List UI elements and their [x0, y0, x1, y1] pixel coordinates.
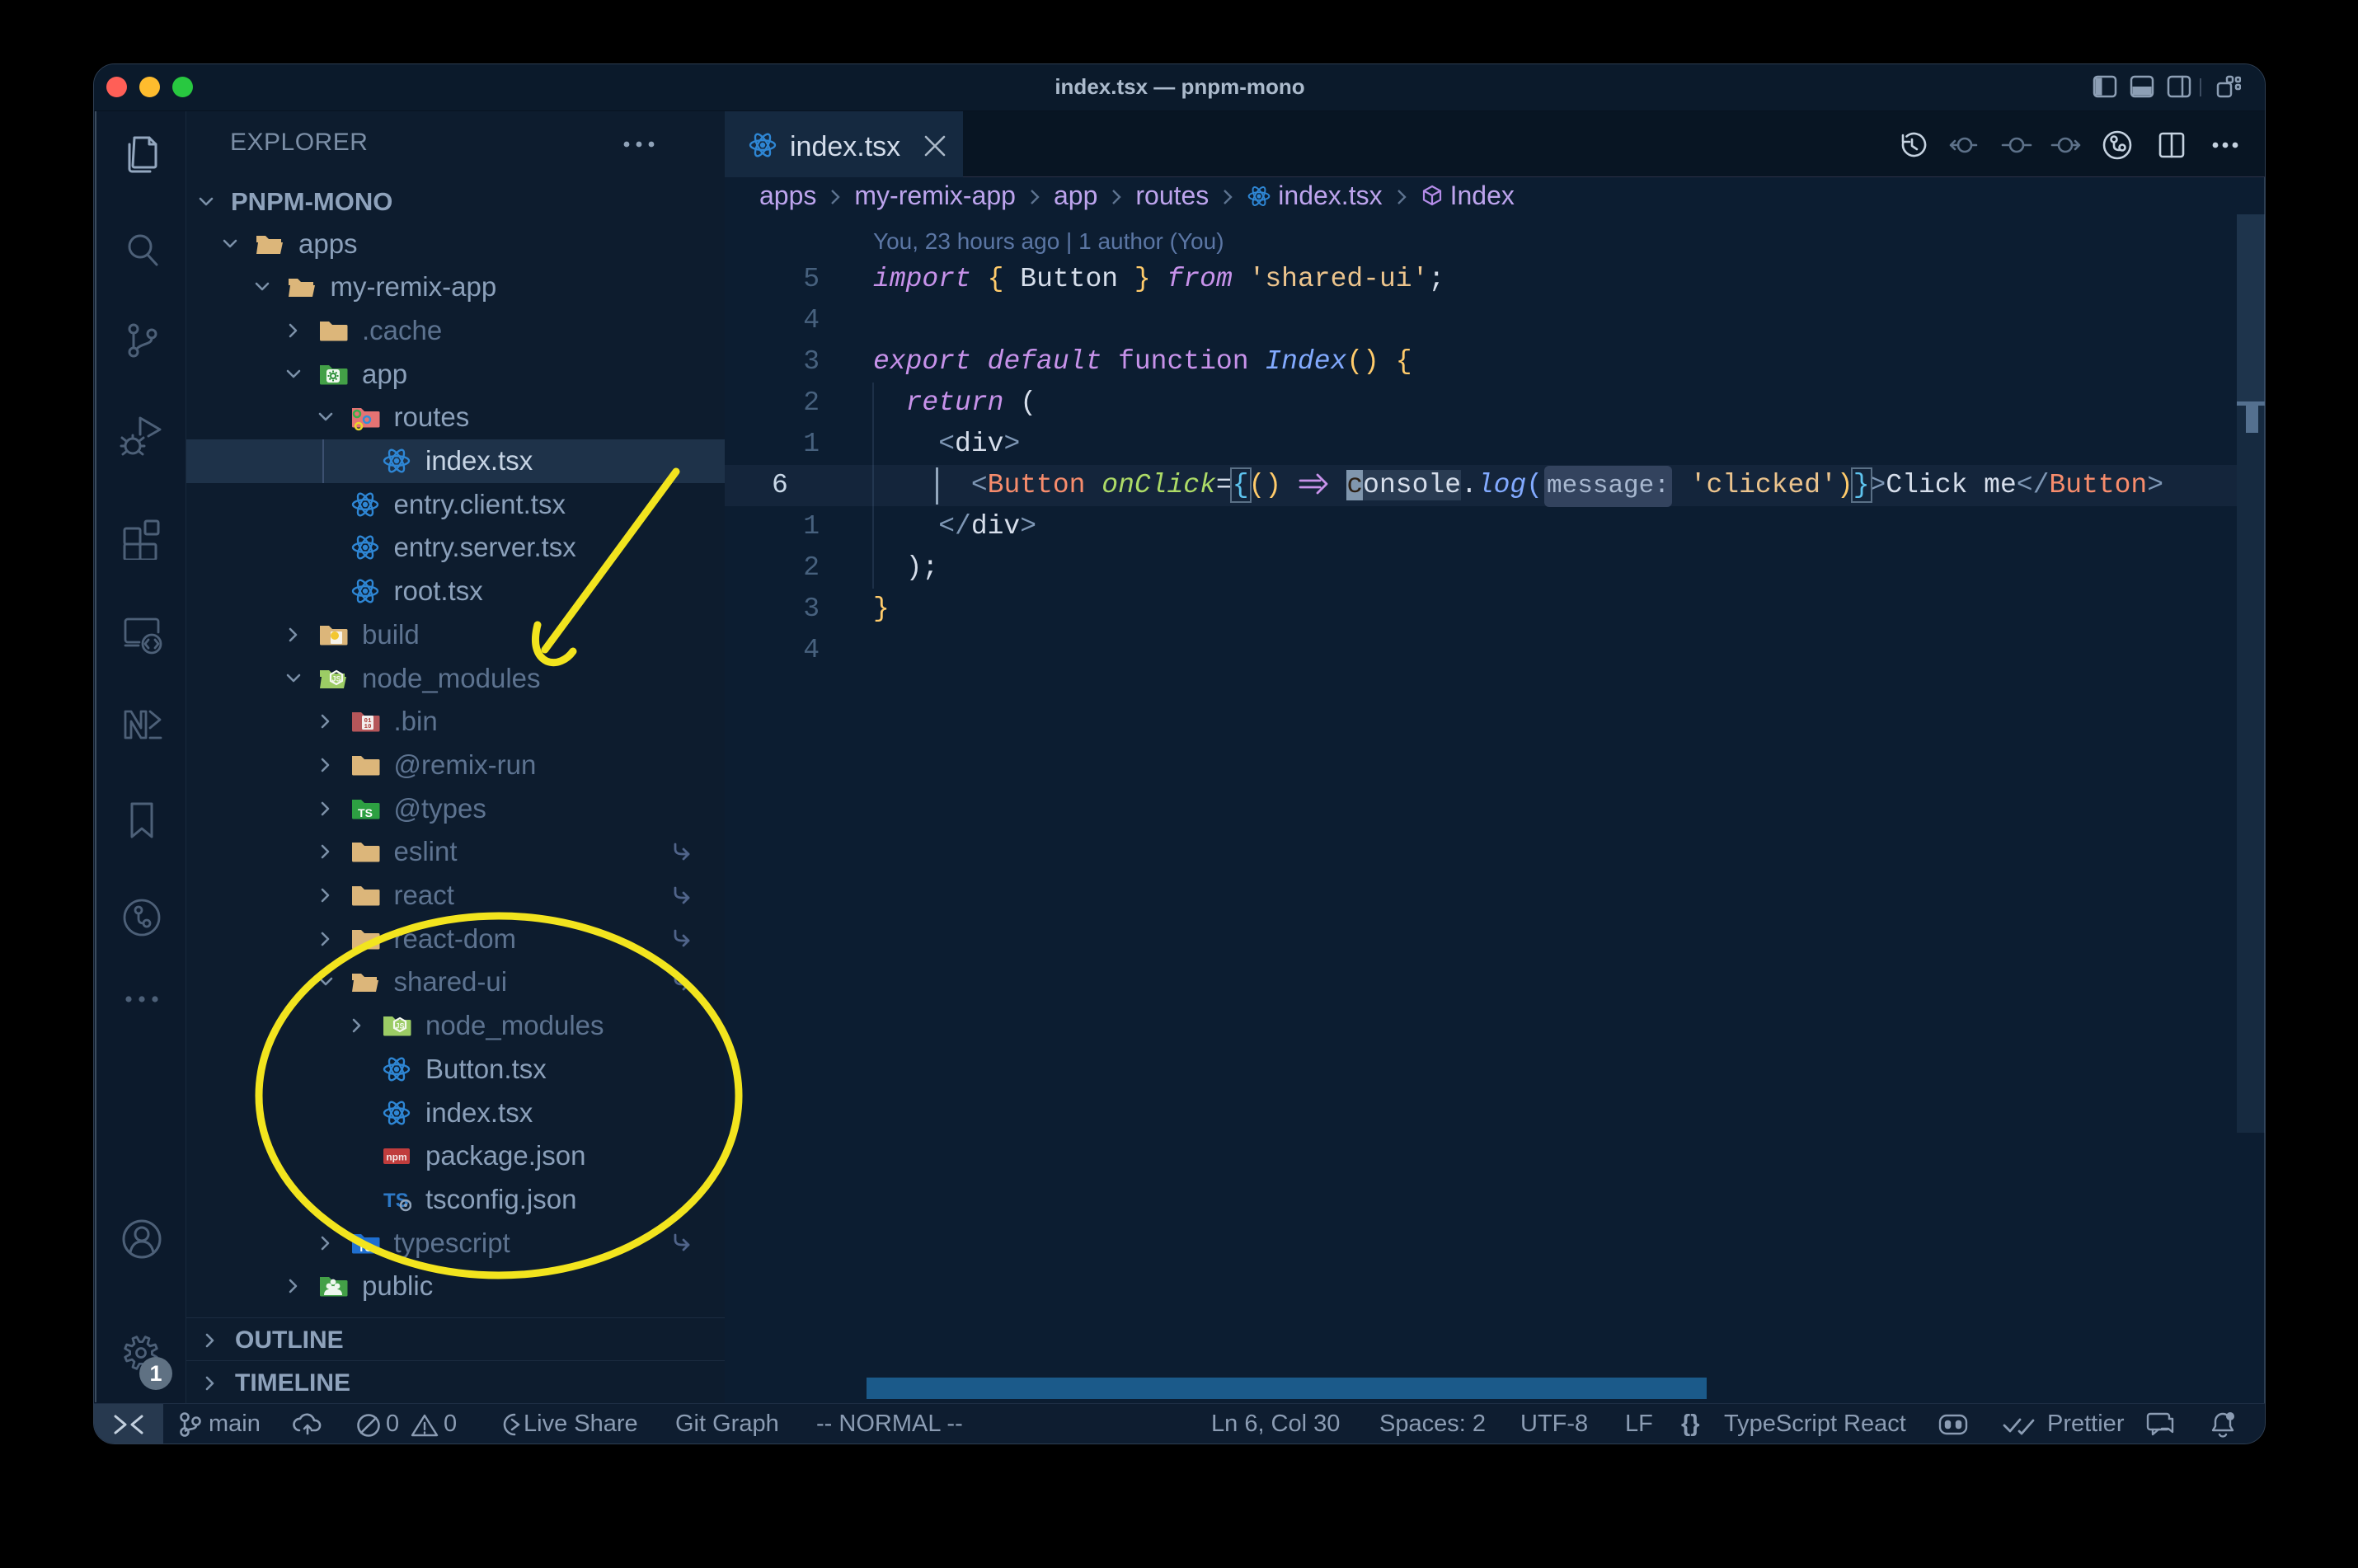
svg-text:npm: npm	[386, 1152, 406, 1163]
svg-text:TS: TS	[358, 806, 373, 819]
svg-text:TS: TS	[358, 1241, 373, 1254]
svg-text:10: 10	[364, 724, 372, 730]
svg-text:JS: JS	[331, 674, 341, 683]
svg-text:JS: JS	[395, 1022, 404, 1030]
